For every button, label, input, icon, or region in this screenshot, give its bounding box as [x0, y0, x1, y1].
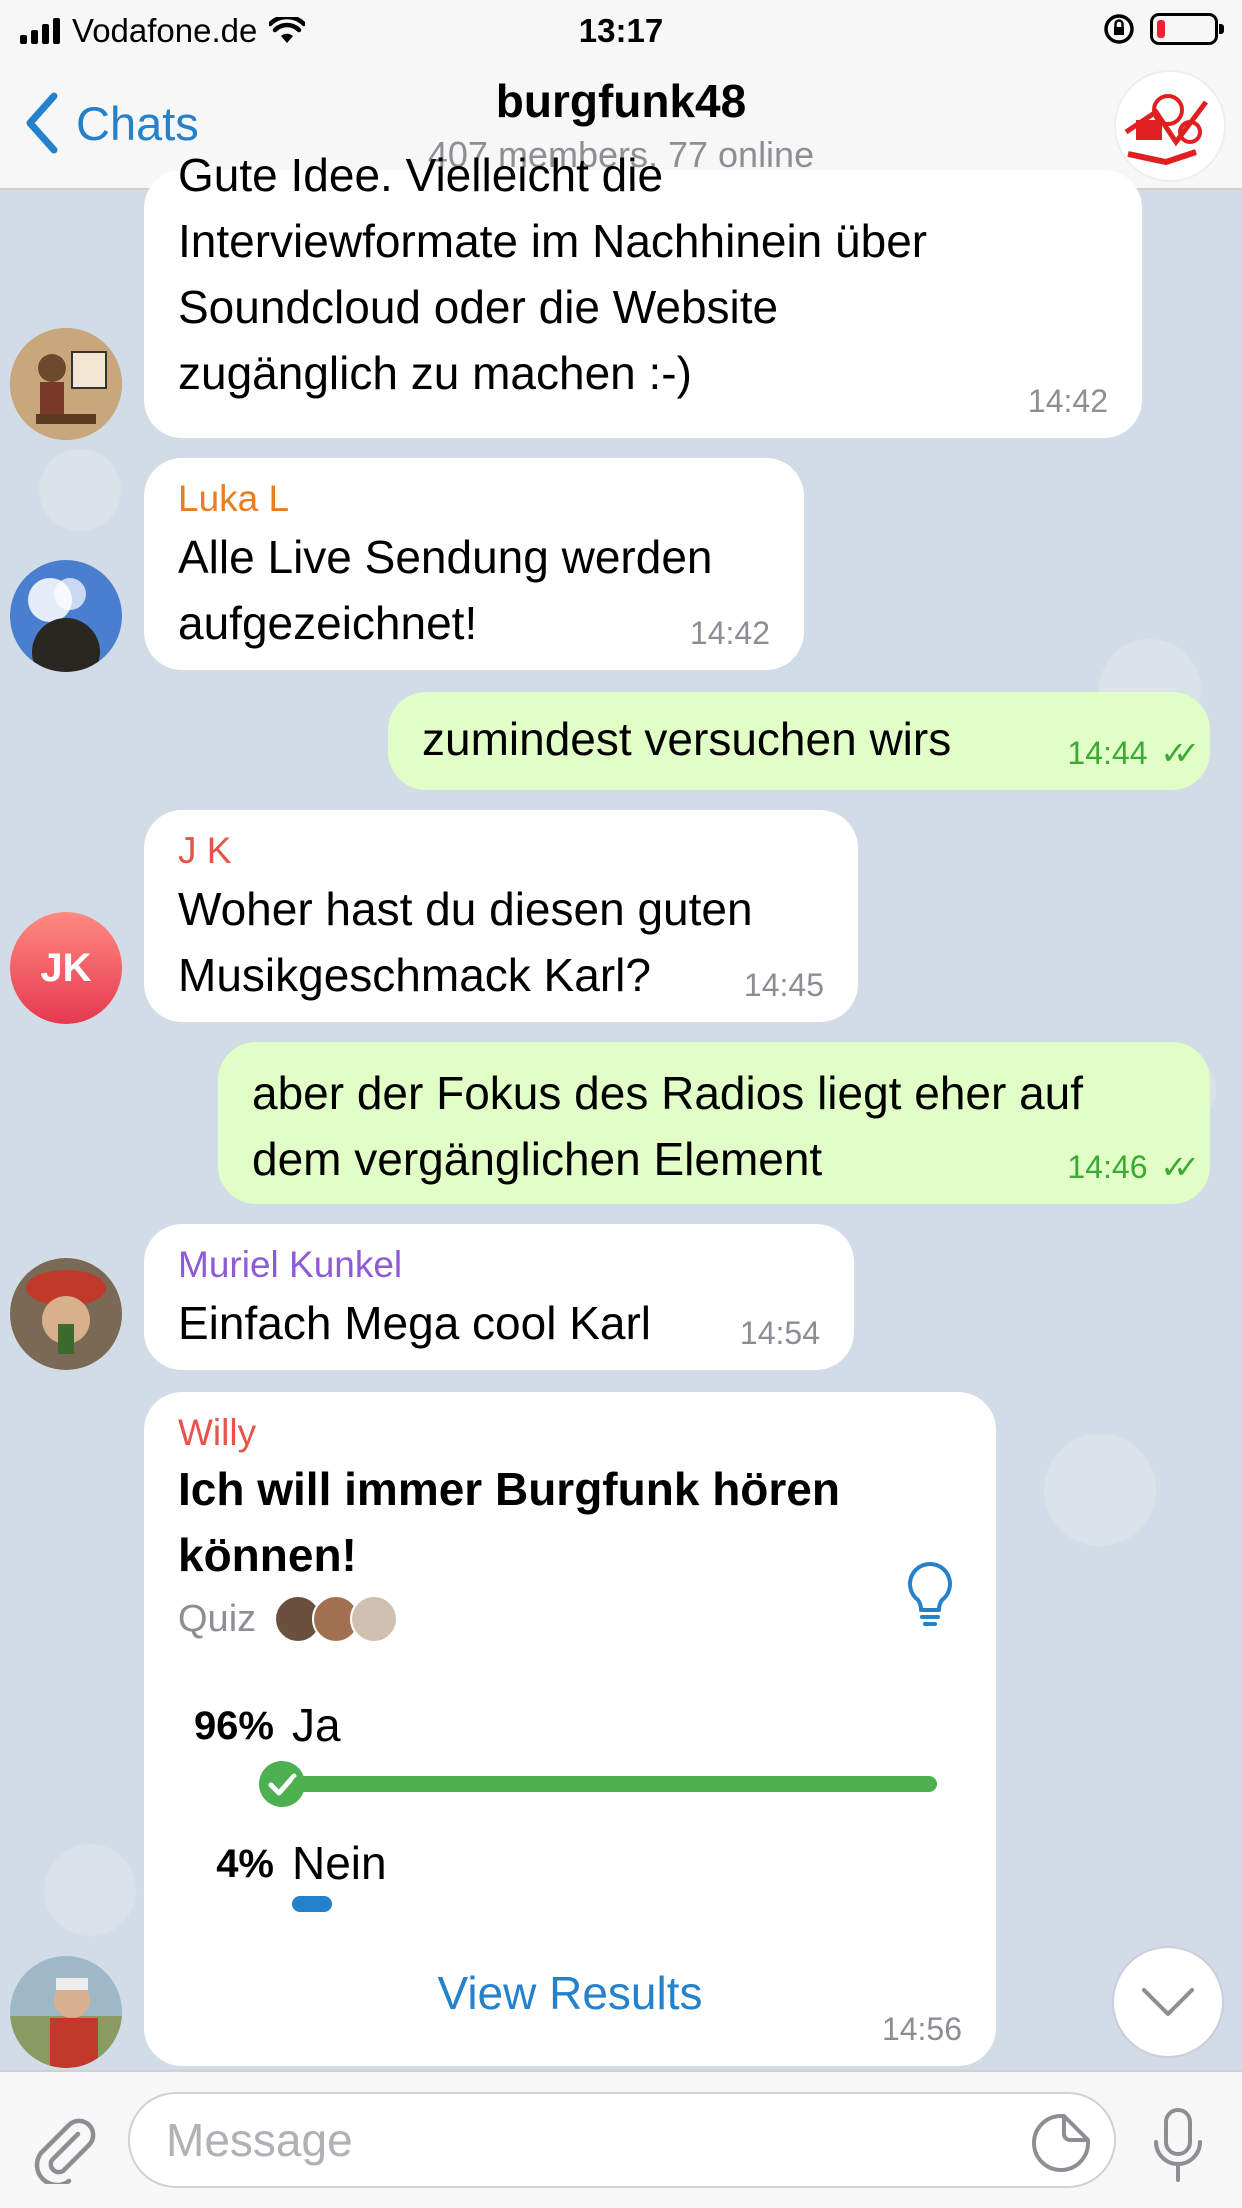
message-bubble[interactable]: aber der Fokus des Radios liegt eher auf…: [218, 1042, 1210, 1204]
view-results-button[interactable]: View Results: [144, 1966, 996, 2020]
message-text-line: Einfach Mega cool Karl: [178, 1297, 652, 1349]
chevron-down-icon: [1142, 1988, 1194, 2016]
message-text-line: Alle Live Sendung werden: [178, 531, 713, 583]
message-time: 14:56: [881, 2011, 962, 2047]
poll-option: 96% Ja: [178, 1699, 962, 1814]
avatar[interactable]: JK: [10, 912, 122, 1024]
chat-title[interactable]: burgfunk48: [0, 74, 1242, 128]
poll-type-label: Quiz: [178, 1597, 257, 1640]
quiz-info: Quiz: [178, 1592, 962, 1646]
poll-option-label: Ja: [292, 1699, 341, 1751]
message-input-bar: [0, 2070, 1242, 2208]
poll-option-label: Nein: [292, 1837, 387, 1889]
status-bar: Vodafone.de 13:17: [0, 0, 1242, 60]
message-text-line: zugänglich zu machen :-): [178, 347, 692, 399]
avatar[interactable]: [10, 1956, 122, 2068]
recent-voters: [274, 1595, 399, 1643]
message-time: 14:45: [743, 967, 824, 1003]
message-text-line: dem vergänglichen Element: [252, 1133, 823, 1185]
message-text-line: Woher hast du diesen guten: [178, 883, 753, 935]
poll-option-bar: [292, 1776, 937, 1792]
poll-question-line: Ich will immer Burgfunk hören: [178, 1463, 840, 1515]
message-text-line: aber der Fokus des Radios liegt eher auf: [252, 1067, 1084, 1119]
lightbulb-icon[interactable]: [904, 1560, 956, 1628]
sender-name[interactable]: Luka L: [178, 478, 770, 520]
sender-name[interactable]: Willy: [178, 1412, 962, 1454]
message-text-line: aufgezeichnet!: [178, 597, 478, 649]
message-text-line: Soundcloud oder die Website: [178, 281, 779, 333]
poll-option-bar: [292, 1896, 332, 1912]
avatar[interactable]: [10, 1258, 122, 1370]
group-avatar[interactable]: [1114, 70, 1226, 182]
sender-name[interactable]: J K: [178, 830, 824, 872]
message-input[interactable]: [128, 2092, 1116, 2188]
message-text-line: Gute Idee. Vielleicht die: [178, 149, 664, 201]
message-time-text: 14:44: [1067, 735, 1148, 771]
message-text-line: zumindest versuchen wirs: [422, 713, 952, 765]
message-time: 14:54: [739, 1315, 820, 1351]
message-bubble[interactable]: Gute Idee. Vielleicht die Interviewforma…: [144, 149, 1142, 438]
poll-option-percent: 4%: [216, 1842, 274, 1886]
message-text-line: Musikgeschmack Karl?: [178, 949, 651, 1001]
sender-name[interactable]: Muriel Kunkel: [178, 1244, 820, 1286]
battery-icon: [1150, 13, 1224, 45]
poll-option-percent: 96%: [193, 1704, 274, 1748]
clock: 13:17: [578, 12, 664, 49]
avatar[interactable]: [10, 560, 122, 672]
message-text-line: Interviewformate im Nachhinein über: [178, 215, 928, 267]
message-bubble[interactable]: J K Woher hast du diesen guten Musikgesc…: [144, 810, 858, 1022]
paperclip-icon[interactable]: [28, 2112, 100, 2184]
message-bubble[interactable]: Muriel Kunkel Einfach Mega cool Karl 14:…: [144, 1224, 854, 1370]
microphone-icon[interactable]: [1148, 2106, 1208, 2186]
avatar-initials: JK: [40, 945, 92, 990]
poll-question: Ich will immer Burgfunk hören können!: [178, 1456, 962, 1588]
orientation-lock-icon: [1104, 14, 1134, 44]
message-bubble[interactable]: zumindest versuchen wirs 14:44 ✓✓: [388, 692, 1210, 790]
avatar[interactable]: [10, 328, 122, 440]
message-time: 14:44 ✓✓: [1067, 734, 1199, 772]
read-checkmarks-icon: ✓✓: [1160, 735, 1199, 771]
poll-bubble: Willy Ich will immer Burgfunk hören könn…: [144, 1392, 996, 2066]
scroll-to-bottom-button[interactable]: [1112, 1946, 1224, 2058]
message-time: 14:42: [1027, 383, 1108, 419]
message-time-text: 14:46: [1067, 1149, 1148, 1185]
sticker-icon[interactable]: [1030, 2112, 1092, 2174]
voter-avatar: [350, 1595, 399, 1643]
message-time: 14:46 ✓✓: [1067, 1148, 1199, 1186]
message-bubble[interactable]: Luka L Alle Live Sendung werden aufgezei…: [144, 458, 804, 670]
poll-option: 4% Nein: [178, 1837, 962, 1932]
message-time: 14:42: [689, 615, 770, 651]
read-checkmarks-icon: ✓✓: [1160, 1149, 1199, 1185]
poll-question-line: können!: [178, 1529, 357, 1581]
